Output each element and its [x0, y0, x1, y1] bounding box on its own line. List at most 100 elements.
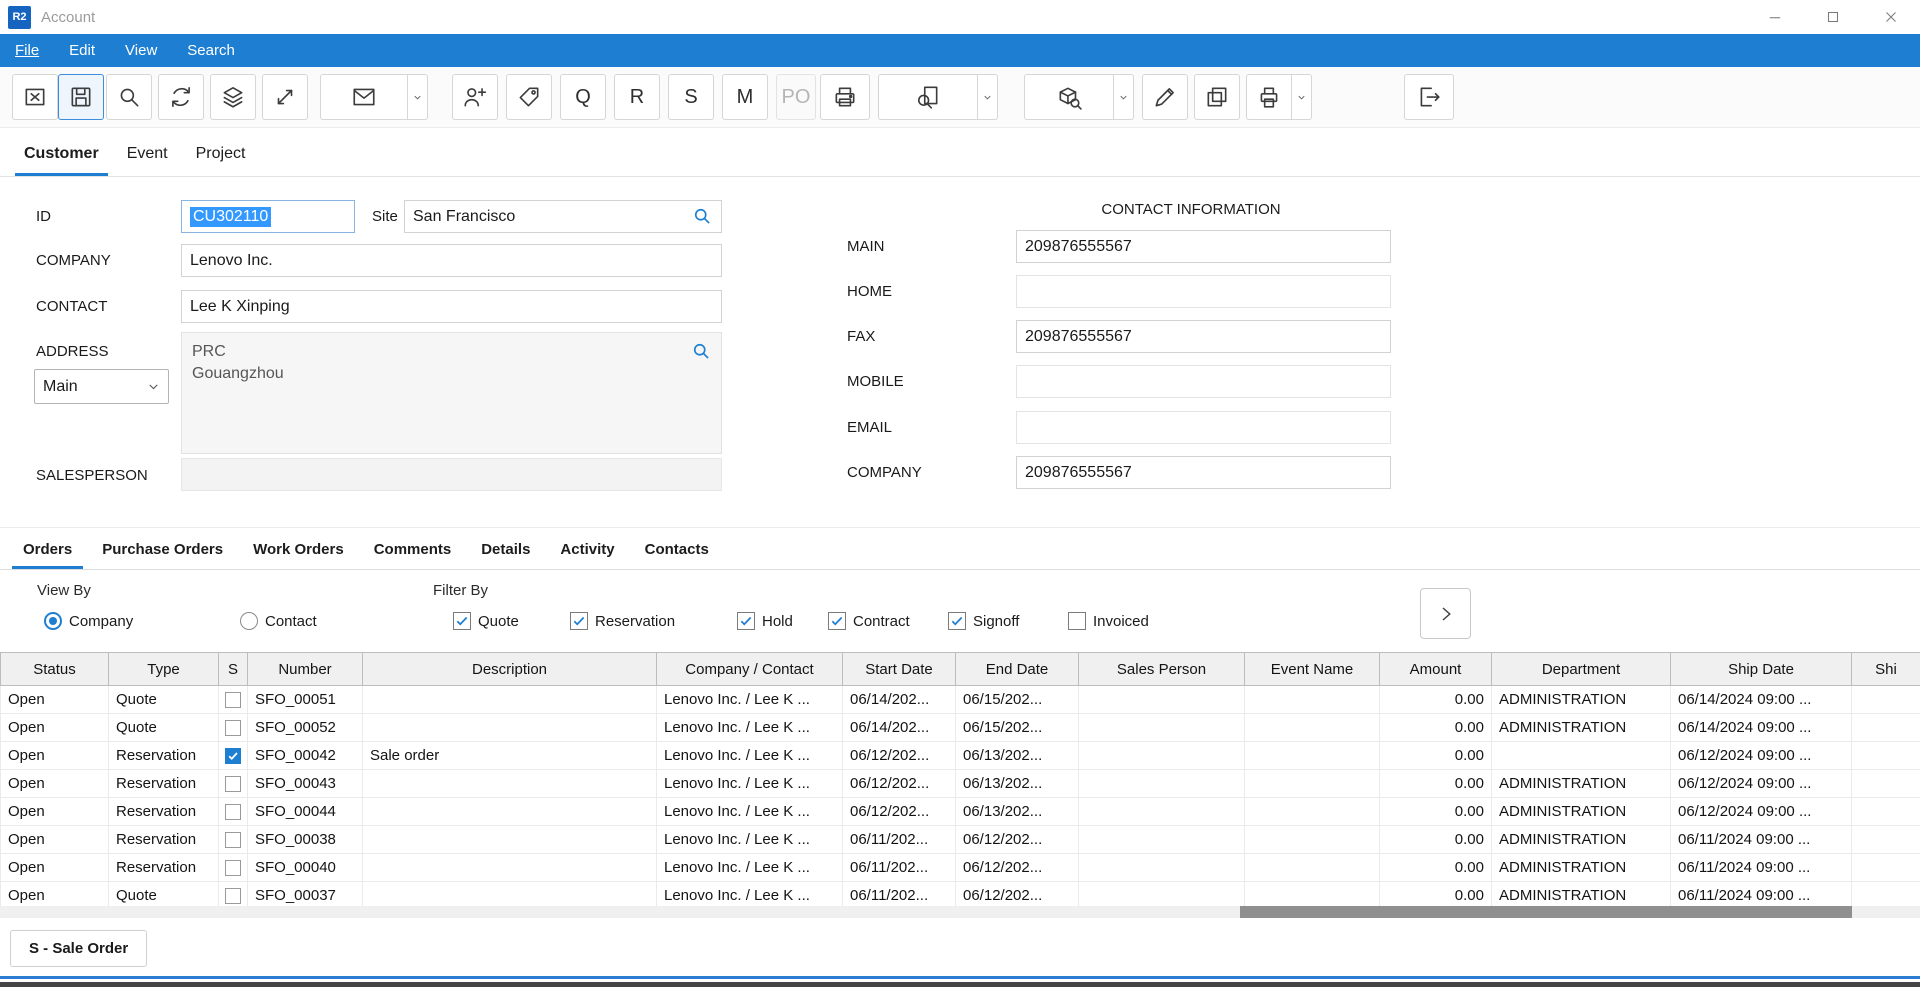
layers-button[interactable]: [210, 74, 256, 120]
tab-event[interactable]: Event: [113, 145, 182, 176]
mail-dropdown[interactable]: [408, 74, 428, 120]
fax-button[interactable]: [820, 74, 870, 120]
document-search-button[interactable]: [878, 74, 978, 120]
purchase-order-button[interactable]: PO: [776, 74, 816, 120]
subtab-work-orders[interactable]: Work Orders: [238, 541, 359, 569]
view-by-company-radio[interactable]: Company: [44, 612, 133, 630]
column-header[interactable]: Department: [1492, 653, 1671, 686]
cell-ship-date: 06/12/2024 09:00 ...: [1671, 770, 1852, 798]
sale-order-checkbox[interactable]: [225, 860, 241, 876]
copy-button[interactable]: [1194, 74, 1240, 120]
column-header[interactable]: Type: [109, 653, 219, 686]
column-header[interactable]: Company / Contact: [657, 653, 843, 686]
search-button[interactable]: [106, 74, 152, 120]
edit-button[interactable]: [1142, 74, 1188, 120]
address-search-icon[interactable]: [691, 341, 711, 361]
item-search-dropdown[interactable]: [1114, 74, 1134, 120]
filter-checkbox-hold[interactable]: Hold: [737, 612, 793, 630]
site-search-icon[interactable]: [692, 206, 712, 226]
filter-checkbox-reservation[interactable]: Reservation: [570, 612, 675, 630]
sale-order-checkbox[interactable]: [225, 720, 241, 736]
column-header[interactable]: Shi: [1852, 653, 1920, 686]
column-header[interactable]: S: [219, 653, 248, 686]
chevron-down-icon: [412, 92, 423, 103]
company-phone-input[interactable]: 209876555567: [1016, 456, 1391, 489]
company-input[interactable]: Lenovo Inc.: [181, 244, 722, 277]
column-header[interactable]: Start Date: [843, 653, 956, 686]
print-dropdown[interactable]: [1292, 74, 1312, 120]
filter-checkbox-quote[interactable]: Quote: [453, 612, 519, 630]
table-row[interactable]: OpenReservationSFO_00042Sale orderLenovo…: [1, 742, 1920, 770]
sale-order-checkbox[interactable]: [225, 888, 241, 904]
column-header[interactable]: Status: [1, 653, 109, 686]
subtab-purchase-orders[interactable]: Purchase Orders: [87, 541, 238, 569]
maximize-button[interactable]: [1804, 0, 1862, 34]
home-phone-input[interactable]: [1016, 275, 1391, 308]
document-search-dropdown[interactable]: [978, 74, 998, 120]
address-input[interactable]: PRC Gouangzhou: [181, 332, 722, 454]
sale-order-checkbox[interactable]: [225, 804, 241, 820]
filter-checkbox-contract[interactable]: Contract: [828, 612, 910, 630]
sale-order-checkbox[interactable]: [225, 748, 241, 764]
fax-input[interactable]: 209876555567: [1016, 320, 1391, 353]
address-type-select[interactable]: Main: [34, 369, 169, 404]
site-input[interactable]: San Francisco: [404, 200, 722, 233]
table-row[interactable]: OpenReservationSFO_00040Lenovo Inc. / Le…: [1, 854, 1920, 882]
expand-button[interactable]: [262, 74, 308, 120]
subtab-activity[interactable]: Activity: [545, 541, 629, 569]
horizontal-scrollbar[interactable]: [0, 906, 1920, 918]
id-input[interactable]: CU302110: [181, 200, 355, 233]
sale-order-checkbox[interactable]: [225, 692, 241, 708]
save-button[interactable]: [58, 74, 104, 120]
tag-button[interactable]: [506, 74, 552, 120]
tab-project[interactable]: Project: [182, 145, 260, 176]
refresh-button[interactable]: [158, 74, 204, 120]
column-header[interactable]: Event Name: [1245, 653, 1380, 686]
email-input[interactable]: [1016, 411, 1391, 444]
cancel-record-button[interactable]: [12, 74, 58, 120]
menu-view[interactable]: View: [110, 34, 172, 67]
print-button[interactable]: [1246, 74, 1292, 120]
mail-button[interactable]: [320, 74, 408, 120]
subtab-orders[interactable]: Orders: [8, 541, 87, 569]
subtab-comments[interactable]: Comments: [359, 541, 467, 569]
table-row[interactable]: OpenQuoteSFO_00052Lenovo Inc. / Lee K ..…: [1, 714, 1920, 742]
m-button[interactable]: M: [722, 74, 768, 120]
table-row[interactable]: OpenQuoteSFO_00051Lenovo Inc. / Lee K ..…: [1, 686, 1920, 714]
sale-order-checkbox[interactable]: [225, 832, 241, 848]
item-search-button[interactable]: [1024, 74, 1114, 120]
scrollbar-thumb[interactable]: [1240, 906, 1852, 918]
table-row[interactable]: OpenReservationSFO_00043Lenovo Inc. / Le…: [1, 770, 1920, 798]
column-header[interactable]: Ship Date: [1671, 653, 1852, 686]
menu-file[interactable]: File: [0, 34, 54, 67]
logout-button[interactable]: [1404, 74, 1454, 120]
quote-button[interactable]: Q: [560, 74, 606, 120]
salesperson-input[interactable]: [181, 458, 722, 491]
add-contact-button[interactable]: [452, 74, 498, 120]
close-button[interactable]: [1862, 0, 1920, 34]
column-header[interactable]: Amount: [1380, 653, 1492, 686]
cell-type: Quote: [109, 686, 219, 714]
filter-checkbox-invoiced[interactable]: Invoiced: [1068, 612, 1149, 630]
mobile-input[interactable]: [1016, 365, 1391, 398]
sale-order-button[interactable]: S: [668, 74, 714, 120]
tab-customer[interactable]: Customer: [10, 145, 113, 176]
next-page-button[interactable]: [1420, 588, 1471, 639]
sale-order-checkbox[interactable]: [225, 776, 241, 792]
filter-checkbox-signoff[interactable]: Signoff: [948, 612, 1019, 630]
column-header[interactable]: Description: [363, 653, 657, 686]
main-phone-input[interactable]: 209876555567: [1016, 230, 1391, 263]
subtab-contacts[interactable]: Contacts: [630, 541, 724, 569]
menu-search[interactable]: Search: [172, 34, 250, 67]
column-header[interactable]: Number: [248, 653, 363, 686]
menu-edit[interactable]: Edit: [54, 34, 110, 67]
column-header[interactable]: Sales Person: [1079, 653, 1245, 686]
contact-input[interactable]: Lee K Xinping: [181, 290, 722, 323]
minimize-button[interactable]: [1746, 0, 1804, 34]
column-header[interactable]: End Date: [956, 653, 1079, 686]
table-row[interactable]: OpenReservationSFO_00038Lenovo Inc. / Le…: [1, 826, 1920, 854]
subtab-details[interactable]: Details: [466, 541, 545, 569]
view-by-contact-radio[interactable]: Contact: [240, 612, 317, 630]
reservation-button[interactable]: R: [614, 74, 660, 120]
table-row[interactable]: OpenReservationSFO_00044Lenovo Inc. / Le…: [1, 798, 1920, 826]
